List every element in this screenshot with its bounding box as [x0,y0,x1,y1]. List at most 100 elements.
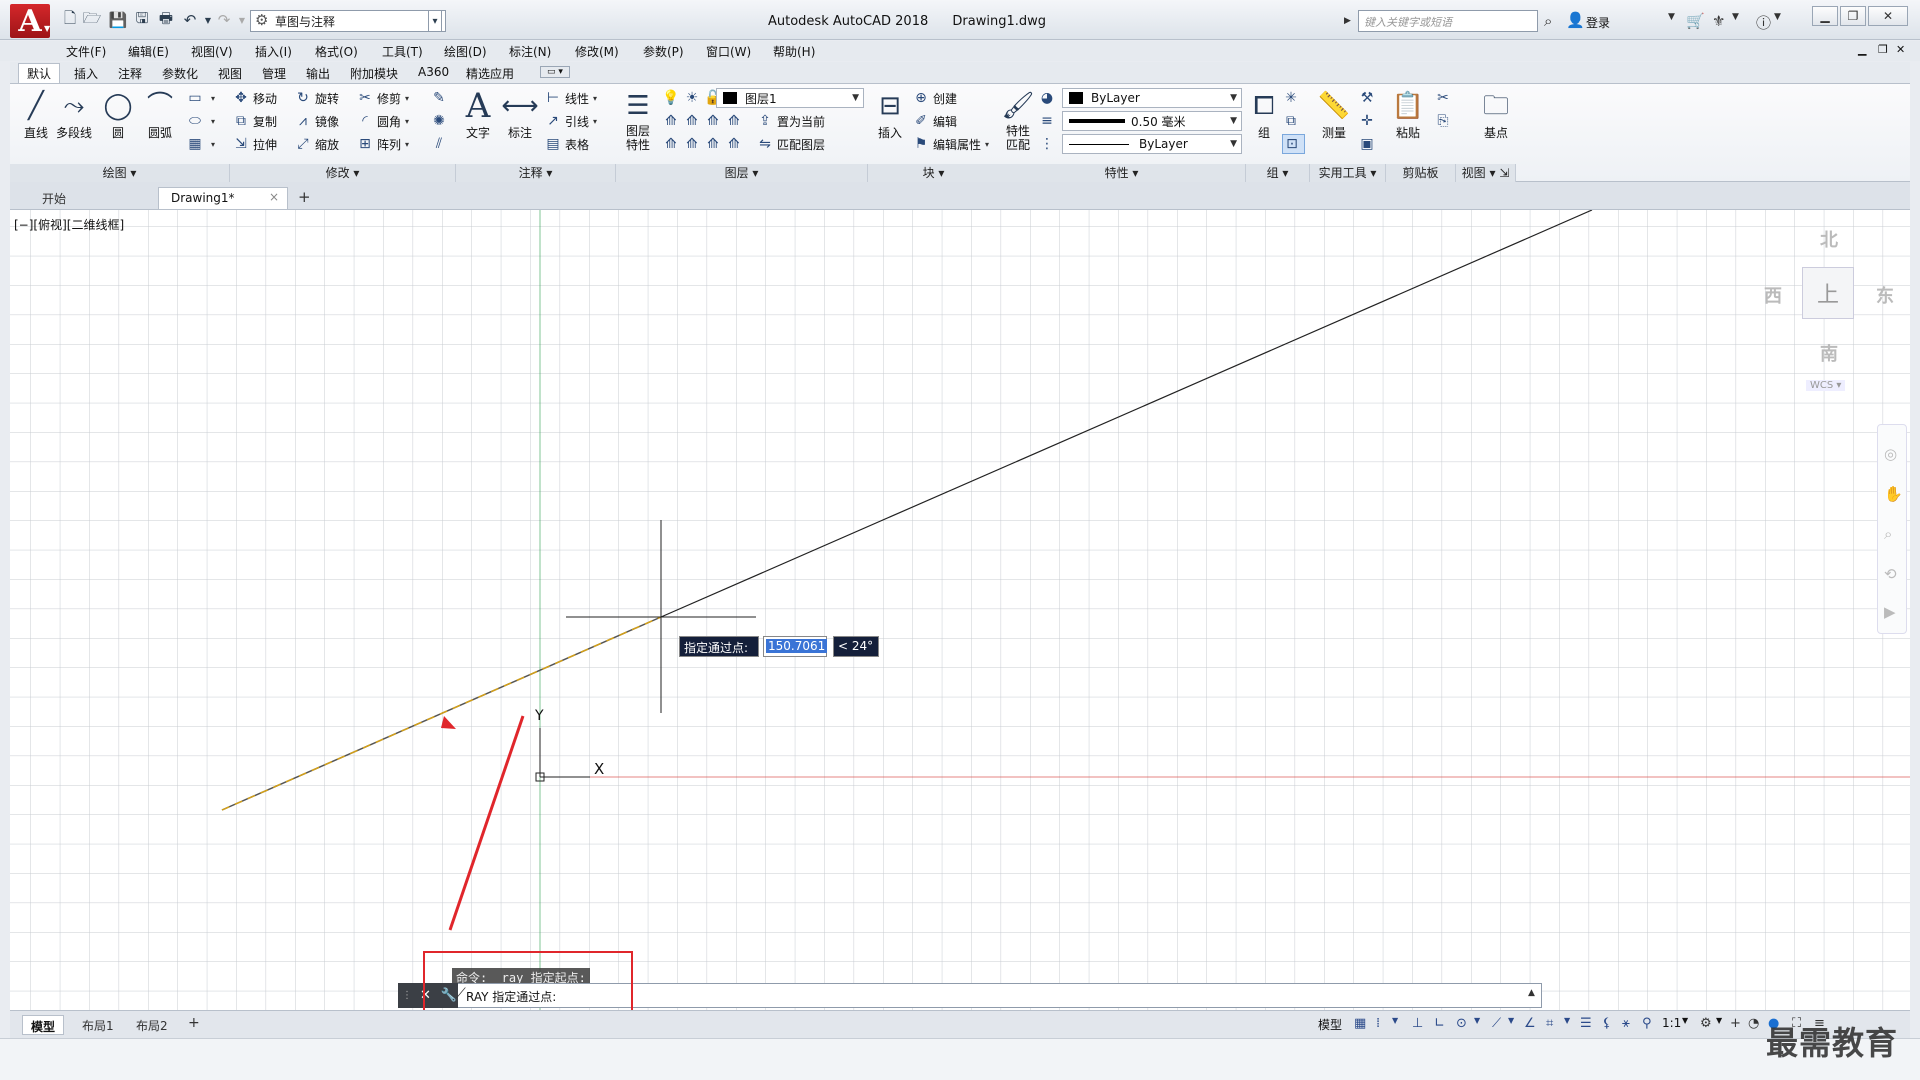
annotation-panel-title[interactable]: 注释 ▾ [456,164,616,182]
viewport-controls-label[interactable]: [−][俯视][二维线框] [14,216,124,233]
utilities-panel-title[interactable]: 实用工具 ▾ [1310,164,1386,182]
chevron-down-icon[interactable]: ▼ [1474,1016,1480,1025]
close-icon[interactable]: × [269,190,279,204]
auto-scale-icon[interactable]: ⚹ [1622,1016,1630,1031]
print-icon[interactable]: 🖶 [156,9,176,30]
annotation-monitor-icon[interactable]: + [1730,1016,1741,1031]
point-icon[interactable]: ✛ [1358,111,1379,131]
chevron-down-icon[interactable]: ▼ [1564,1016,1570,1025]
menu-format[interactable]: 格式(O) [315,43,358,60]
wrench-icon[interactable]: 🔧 [441,988,457,1003]
layer-tools-row1[interactable]: ⟰ ⟰ ⟰ ⟰ [662,111,746,131]
maximize-button[interactable]: ❐ [1840,6,1866,26]
create-block-button[interactable]: ⊕ 创建 [912,88,957,108]
explode-button[interactable]: ✺ [430,111,451,131]
linear-button[interactable]: ⊢ 线性 ▾ [544,88,597,108]
lineweight-toggle-icon[interactable]: ☰ [1580,1016,1592,1031]
chevron-down-icon[interactable]: ▼ [1668,12,1675,22]
ellipse-button[interactable]: ⬭ ▾ [186,111,215,131]
customize-toolbar-icon[interactable]: ▾ [428,10,442,32]
tab-featured-apps[interactable]: 精选应用 [458,64,522,83]
tab-output[interactable]: 输出 [298,64,338,83]
tab-start[interactable]: 开始 [30,187,150,209]
menu-dimension[interactable]: 标注(N) [509,43,551,60]
modify-panel-title[interactable]: 修改 ▾ [230,164,456,182]
menu-file[interactable]: 文件(F) [66,43,106,60]
steering-wheel-icon[interactable]: ◎ [1884,445,1897,463]
groups-panel-title[interactable]: 组 ▾ [1246,164,1310,182]
hatch-button[interactable]: ▦ ▾ [186,134,215,154]
help-search-input[interactable]: 键入关键字或短语 [1358,10,1538,32]
viewcube-north[interactable]: 北 [1820,226,1838,252]
draw-panel-title[interactable]: 绘图 ▾ [10,164,230,182]
drag-handle-icon[interactable]: ⋮ [402,990,412,1001]
command-history-expand-icon[interactable]: ▲ [1528,988,1535,998]
menu-draw[interactable]: 绘图(D) [444,43,487,60]
menu-modify[interactable]: 修改(M) [575,43,619,60]
open-file-icon[interactable]: 🗁 [82,9,102,30]
object-snap-tracking-icon[interactable]: ∠ [1524,1016,1536,1031]
edit-attributes-button[interactable]: ⚑ 编辑属性 ▾ [912,134,989,154]
drawing-svg[interactable] [10,210,1910,1010]
color-wheel-icon[interactable]: ◕ [1038,88,1059,108]
user-icon[interactable]: 👤 [1566,11,1585,29]
workspace-gear-icon[interactable]: ⚙ [1700,1016,1712,1031]
add-layout-plus-icon[interactable]: + [182,1015,206,1035]
tab-layout1[interactable]: 布局1 [74,1015,122,1035]
menu-help[interactable]: 帮助(H) [773,43,815,60]
color-dropdown[interactable]: ByLayer ▼ [1062,88,1242,108]
mirror-button[interactable]: ⩘ 镜像 [294,111,339,131]
doc-restore-icon[interactable]: ❐ [1878,43,1888,56]
chevron-down-icon[interactable]: ▼ [1682,1016,1688,1025]
stretch-button[interactable]: ⇲ 拉伸 [232,134,277,154]
measure-button[interactable]: 📏 测量 [1312,88,1356,141]
doc-minimize-icon[interactable]: ▁ [1858,43,1866,56]
viewcube-west[interactable]: 西 [1764,282,1782,308]
save-icon[interactable]: 💾 [108,10,128,30]
menu-parametric[interactable]: 参数(P) [643,43,684,60]
viewcube-south[interactable]: 南 [1820,340,1838,366]
tab-parametric[interactable]: 参数化 [154,64,206,83]
close-button[interactable]: ✕ [1868,6,1908,26]
copy-clip-icon[interactable]: ⎘ [1434,111,1455,131]
tab-layout2[interactable]: 布局2 [128,1015,176,1035]
calculator-icon[interactable]: ▣ [1358,134,1379,154]
annotation-scale-icon[interactable]: ⚲ [1642,1016,1652,1031]
menu-window[interactable]: 窗口(W) [706,43,751,60]
match-layer-button[interactable]: ⇋ 匹配图层 [756,134,825,154]
line-button[interactable]: ╱ 直线 [16,88,56,141]
ortho-icon[interactable]: ∟ [1434,1016,1445,1031]
showmotion-icon[interactable]: ▶ [1884,603,1896,621]
dimension-button[interactable]: ⟷ 标注 [500,88,540,141]
tab-view[interactable]: 视图 [210,64,250,83]
scale-button[interactable]: ⤢ 缩放 [294,134,339,154]
tab-drawing1[interactable]: Drawing1* × [158,187,288,209]
ungroup-icon[interactable]: ✳ [1282,88,1303,108]
dynamic-input-icon[interactable]: ⊥ [1412,1016,1423,1031]
dynamic-input-distance[interactable]: 150.7061 [763,636,828,657]
set-current-button[interactable]: ⇪ 置为当前 [756,111,825,131]
tab-manage[interactable]: 管理 [254,64,294,83]
drawing-canvas[interactable] [10,210,1910,1010]
match-properties-button[interactable]: 🖌 特性 匹配 [1000,88,1036,152]
layer-dropdown[interactable]: 图层1 ▼ [716,88,864,108]
login-link[interactable]: 登录 [1586,14,1610,31]
annotation-visibility-icon[interactable]: ⚸ [1602,1016,1612,1031]
circle-button[interactable]: ◯ 圆 [98,88,138,141]
text-button[interactable]: A 文字 [458,88,498,141]
undo-icon[interactable]: ↶ [180,10,200,30]
tab-model[interactable]: 模型 [22,1015,65,1035]
lineweight-dropdown[interactable]: 0.50 毫米 ▼ [1062,111,1242,131]
new-tab-plus-icon[interactable]: + [290,187,319,209]
group-edit-icon[interactable]: ⧉ [1282,111,1303,131]
redo-icon[interactable]: ↷ [214,10,234,30]
copy-button[interactable]: ⧉ 复制 [232,111,277,131]
chevron-down-icon[interactable]: ▼ [1508,1016,1514,1025]
base-view-button[interactable]: 🗀 基点 [1476,88,1516,141]
menu-view[interactable]: 视图(V) [191,43,233,60]
paste-button[interactable]: 📋 粘贴 [1388,88,1428,141]
fillet-button[interactable]: ◜ 圆角 ▾ [356,111,409,131]
dynamic-input-angle[interactable]: < 24° [833,636,879,657]
polyline-button[interactable]: ⤳ 多段线 [54,88,94,141]
arc-button[interactable]: ⌒ 圆弧 [140,88,180,141]
